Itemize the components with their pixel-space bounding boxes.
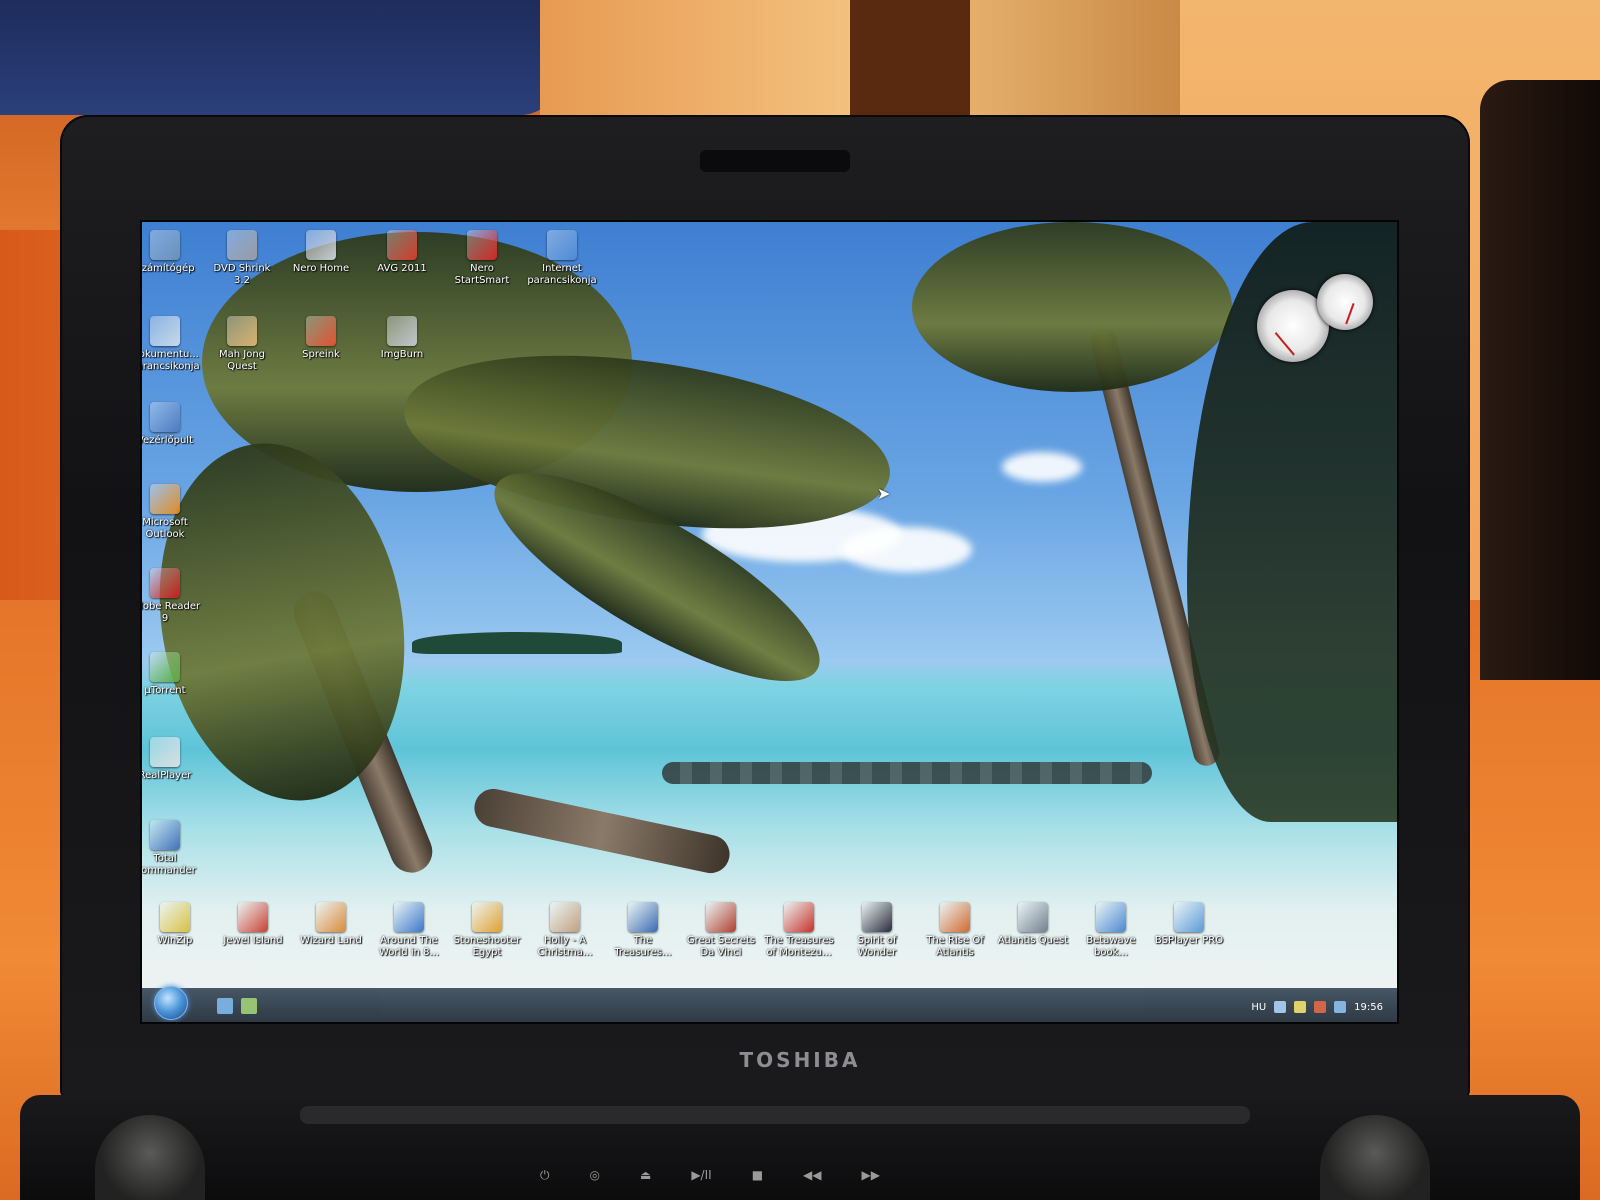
control-panel-icon <box>150 402 180 432</box>
media-button[interactable]: ◎ <box>590 1168 600 1182</box>
desktop-icon-spirit-of-wonder[interactable]: Spirit of Wonder <box>834 902 920 959</box>
treasures-icon <box>628 902 658 932</box>
media-button[interactable]: ⏏ <box>640 1168 651 1182</box>
switch-windows-icon[interactable] <box>241 998 257 1014</box>
desktop-icon-outlook[interactable]: Microsoft Outlook <box>142 484 208 541</box>
holly-icon <box>550 902 580 932</box>
memory-meter-gadget[interactable] <box>1317 274 1373 330</box>
system-tray: HU 19:56 <box>1251 1001 1383 1013</box>
palm-fronds <box>912 222 1232 392</box>
avg-icon <box>387 230 417 260</box>
power-button[interactable]: ⏻ <box>540 1168 550 1183</box>
previous-button[interactable]: ◀◀ <box>803 1168 821 1182</box>
mouse-pointer-icon: ➤ <box>877 484 891 503</box>
desktop-icon-around-the-world[interactable]: Around The World in 8... <box>366 902 452 959</box>
desktop-icon-imgburn[interactable]: ImgBurn <box>359 316 445 361</box>
person-shirt <box>0 0 560 115</box>
desktop-icon-documents[interactable]: Dokumentu... parancsikonja <box>142 316 208 373</box>
start-button[interactable] <box>154 986 188 1020</box>
media-buttons: ⏻ ◎ ⏏ ▶/II ■ ◀◀ ▶▶ <box>540 1165 1040 1185</box>
spreink-icon <box>306 316 336 346</box>
language-indicator[interactable]: HU <box>1251 1002 1266 1013</box>
desktop-icon-great-secrets[interactable]: Great Secrets Da Vinci <box>678 902 764 959</box>
webcam <box>700 150 850 172</box>
laptop-hinge <box>300 1106 1250 1124</box>
desktop-icon-winzip[interactable]: WinZip <box>142 902 218 947</box>
network-icon[interactable] <box>1274 1001 1287 1013</box>
desktop-icon-nero-startsmart[interactable]: Nero StartSmart <box>439 230 525 287</box>
play-pause-button[interactable]: ▶/II <box>691 1168 711 1182</box>
volume-icon[interactable] <box>1334 1001 1347 1013</box>
rocks <box>662 762 1152 784</box>
desktop-icon-treasures[interactable]: The Treasures... <box>600 902 686 959</box>
desktop-icon-montezuma[interactable]: The Treasures of Montezu... <box>756 902 842 959</box>
stoneshooter-icon <box>472 902 502 932</box>
desktop-icon-holly[interactable]: Holly - A Christma... <box>522 902 608 959</box>
dark-furniture <box>1480 80 1600 680</box>
mahjong-icon <box>227 316 257 346</box>
desktop-icon-computer[interactable]: Számítógép <box>142 230 208 275</box>
internet-icon <box>547 230 577 260</box>
palm-trunk <box>470 785 734 877</box>
great-secrets-icon <box>706 902 736 932</box>
cloud <box>842 527 972 572</box>
stop-button[interactable]: ■ <box>752 1168 763 1182</box>
desktop-icon-mahjong[interactable]: Mah Jong Quest <box>199 316 285 373</box>
desktop-icon-total-commander[interactable]: Total Commander <box>142 820 208 877</box>
desktop-icon-betawave[interactable]: Betawave book... <box>1068 902 1154 959</box>
next-button[interactable]: ▶▶ <box>862 1168 880 1182</box>
desktop-icon-jewel-island[interactable]: Jewel Island <box>210 902 296 947</box>
rise-of-atlantis-icon <box>940 902 970 932</box>
show-desktop-icon[interactable] <box>217 998 233 1014</box>
jewel-island-icon <box>238 902 268 932</box>
desktop-icon-spreink[interactable]: Spreink <box>278 316 364 361</box>
around-the-world-icon <box>394 902 424 932</box>
desktop-icon-internet[interactable]: Internet parancsikonja <box>519 230 605 287</box>
outlook-icon <box>150 484 180 514</box>
adobe-reader-icon <box>150 568 180 598</box>
spirit-of-wonder-icon <box>862 902 892 932</box>
taskbar[interactable]: HU 19:56 <box>142 986 1397 1022</box>
betawave-icon <box>1096 902 1126 932</box>
antivirus-icon[interactable] <box>1314 1001 1327 1013</box>
documents-icon <box>150 316 180 346</box>
wizard-land-icon <box>316 902 346 932</box>
gauge-needle <box>1274 332 1295 356</box>
island <box>412 632 622 654</box>
dvd-shrink-icon <box>227 230 257 260</box>
nero-home-icon <box>306 230 336 260</box>
nero-startsmart-icon <box>467 230 497 260</box>
desktop-icon-control-panel[interactable]: Vezérlőpult <box>142 402 208 447</box>
desktop-icon-nero-home[interactable]: Nero Home <box>278 230 364 275</box>
desktop-icon-utorrent[interactable]: µTorrent <box>142 652 208 697</box>
desktop-icon-avg[interactable]: AVG 2011 <box>359 230 445 275</box>
quick-launch <box>217 998 257 1014</box>
security-icon[interactable] <box>1294 1001 1307 1013</box>
desktop-icon-rise-of-atlantis[interactable]: The Rise Of Atlantis <box>912 902 998 959</box>
winzip-icon <box>160 902 190 932</box>
laptop-brand-logo: TOSHIBA <box>739 1048 861 1072</box>
cloud <box>1002 452 1082 482</box>
desktop-icon-realplayer[interactable]: RealPlayer <box>142 737 208 782</box>
computer-icon <box>150 230 180 260</box>
desktop-icon-stoneshooter[interactable]: Stoneshooter Egypt <box>444 902 530 959</box>
gauge-needle <box>1345 303 1355 325</box>
desktop-icon-bsplayer[interactable]: BSPlayer PRO <box>1146 902 1232 947</box>
bsplayer-icon <box>1174 902 1204 932</box>
total-commander-icon <box>150 820 180 850</box>
cabinet-doorframe <box>850 0 970 120</box>
utorrent-icon <box>150 652 180 682</box>
desktop-screen[interactable]: Számítógép DVD Shrink 3.2 Nero Home AVG … <box>140 220 1399 1024</box>
desktop-icon-wizard-land[interactable]: Wizard Land <box>288 902 374 947</box>
atlantis-quest-icon <box>1018 902 1048 932</box>
clock[interactable]: 19:56 <box>1354 1002 1383 1013</box>
montezuma-icon <box>784 902 814 932</box>
imgburn-icon <box>387 316 417 346</box>
realplayer-icon <box>150 737 180 767</box>
desktop-icon-dvd-shrink[interactable]: DVD Shrink 3.2 <box>199 230 285 287</box>
desktop-icon-atlantis-quest[interactable]: Atlantis Quest <box>990 902 1076 947</box>
desktop-icon-adobe-reader[interactable]: Adobe Reader 9 <box>142 568 208 625</box>
